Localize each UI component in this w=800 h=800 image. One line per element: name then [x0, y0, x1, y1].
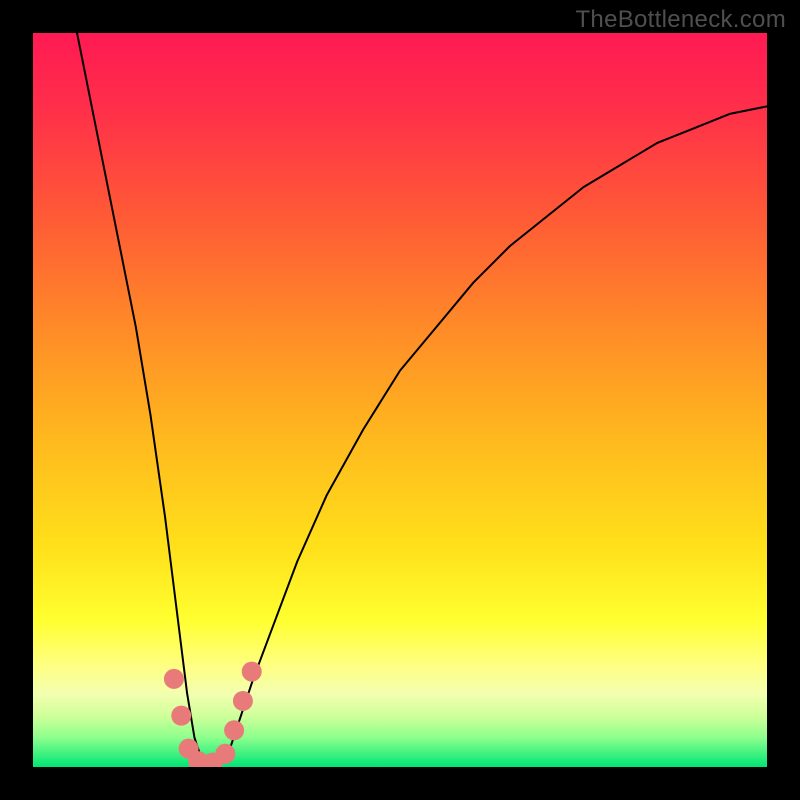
curve-marker	[164, 669, 184, 689]
plot-area	[33, 33, 767, 767]
chart-frame: TheBottleneck.com	[0, 0, 800, 800]
curve-marker	[224, 720, 244, 740]
chart-svg	[33, 33, 767, 767]
watermark-text: TheBottleneck.com	[575, 6, 786, 34]
curve-marker	[215, 744, 235, 764]
curve-marker	[233, 691, 253, 711]
curve-marker	[171, 706, 191, 726]
curve-marker	[242, 662, 262, 682]
